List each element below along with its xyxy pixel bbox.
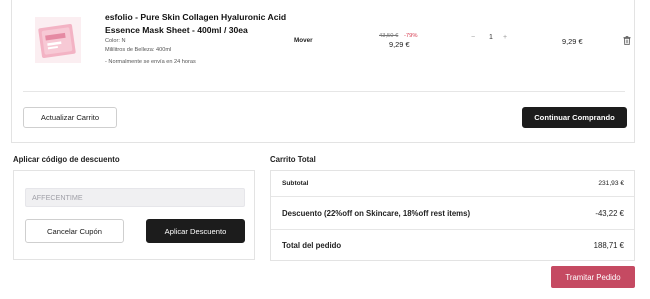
coupon-code-input[interactable]: [25, 188, 245, 207]
cancel-coupon-button[interactable]: Cancelar Cupón: [25, 219, 124, 243]
subtotal-value: 231,93 €: [598, 180, 624, 187]
order-total-row: Total del pedido 188,71 €: [271, 230, 634, 262]
product-volume: Mililitros de Belleza: 400ml: [105, 46, 172, 53]
discount-badge: -79%: [404, 33, 418, 39]
continue-shopping-button[interactable]: Continuar Comprando: [522, 107, 627, 128]
checkout-button[interactable]: Tramitar Pedido: [551, 266, 635, 288]
shipping-note: - Normalmente se envía en 24 horas: [105, 59, 196, 65]
unit-price: 9,29 €: [389, 40, 410, 49]
discount-value: -43,22 €: [595, 209, 624, 218]
subtotal-label: Subtotal: [282, 180, 309, 187]
order-total-label: Total del pedido: [282, 241, 342, 250]
cart-panel: esfolio - Pure Skin Collagen Hyaluronic …: [11, 0, 635, 143]
discount-row: Descuento (22%off on Skincare, 18%off re…: [271, 197, 634, 230]
discount-label: Descuento (22%off on Skincare, 18%off re…: [282, 209, 471, 218]
product-image[interactable]: [35, 17, 81, 63]
apply-discount-button[interactable]: Aplicar Descuento: [146, 219, 245, 243]
product-meta: Color: N Mililitros de Belleza: 400ml: [105, 37, 171, 54]
line-total: 9,29 €: [562, 37, 583, 46]
cart-divider: [23, 91, 625, 92]
trash-icon[interactable]: [623, 36, 631, 45]
coupon-heading: Aplicar código de descuento: [13, 155, 120, 164]
product-color: Color: N: [105, 38, 126, 44]
update-cart-button[interactable]: Actualizar Carrito: [23, 107, 117, 128]
quantity-stepper: − 1 +: [467, 34, 517, 46]
increase-quantity-button[interactable]: +: [503, 34, 507, 41]
product-title[interactable]: esfolio - Pure Skin Collagen Hyaluronic …: [105, 11, 295, 37]
move-link[interactable]: Mover: [294, 37, 313, 44]
coupon-panel: Cancelar Cupón Aplicar Descuento: [13, 170, 255, 260]
subtotal-row: Subtotal 231,93 €: [271, 171, 634, 197]
original-price: 43,50 €: [379, 33, 399, 39]
cart-total-heading: Carrito Total: [270, 155, 316, 164]
decrease-quantity-button[interactable]: −: [471, 34, 475, 41]
quantity-value[interactable]: 1: [489, 34, 493, 41]
cart-totals-panel: Subtotal 231,93 € Descuento (22%off on S…: [270, 170, 635, 261]
order-total-value: 188,71 €: [593, 241, 624, 250]
